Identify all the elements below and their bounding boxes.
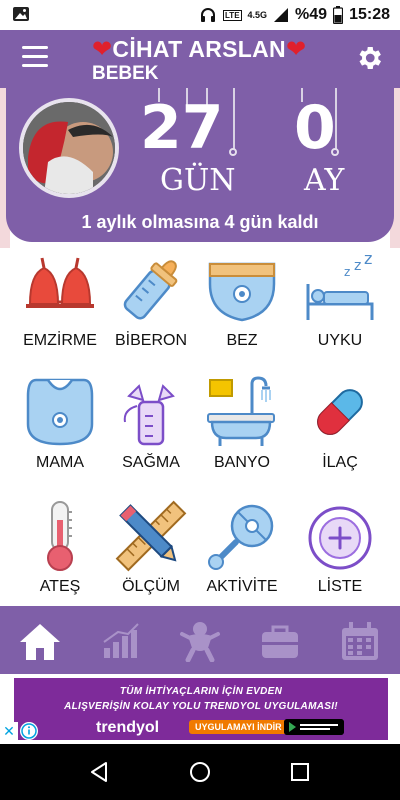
tile-label: BEZ bbox=[226, 332, 258, 349]
svg-text:z: z bbox=[364, 254, 372, 268]
breast-pump-icon bbox=[123, 384, 175, 446]
settings-gear-icon[interactable] bbox=[354, 43, 384, 73]
baby-avatar[interactable] bbox=[19, 98, 119, 198]
home-circle-icon[interactable] bbox=[188, 760, 212, 784]
back-icon[interactable] bbox=[88, 760, 112, 784]
tile-olcum[interactable]: ÖLÇÜM bbox=[106, 496, 196, 614]
signal-icon bbox=[274, 8, 289, 22]
tile-banyo[interactable]: BANYO bbox=[197, 372, 287, 490]
hanging-string bbox=[233, 88, 235, 150]
tile-biberon[interactable]: BİBERON bbox=[106, 250, 196, 368]
google-play-icon bbox=[284, 719, 344, 735]
diaper-icon bbox=[208, 262, 276, 322]
tile-sagma[interactable]: SAĞMA bbox=[106, 372, 196, 490]
gallery-notification-icon bbox=[13, 7, 29, 21]
ad-text-line1: TÜM İHTİYAÇLARIN İÇİN EVDEN bbox=[119, 686, 283, 697]
add-circle-icon bbox=[308, 506, 372, 570]
system-navigation-bar bbox=[0, 744, 400, 800]
menu-button[interactable] bbox=[22, 46, 48, 68]
baby-name: CİHAT ARSLAN bbox=[112, 36, 286, 62]
clock: 15:28 bbox=[349, 6, 390, 23]
svg-text:z: z bbox=[344, 265, 350, 279]
battery-percentage: %49 bbox=[295, 6, 328, 23]
network-type: 4.5G bbox=[247, 9, 268, 20]
ad-close-button[interactable]: ✕ bbox=[0, 722, 18, 740]
tile-ilac[interactable]: İLAÇ bbox=[295, 372, 385, 490]
tile-ates[interactable]: ATEŞ bbox=[15, 496, 105, 614]
heart-icon: ❤ bbox=[92, 36, 113, 63]
app-screen: LTE 4.5G %49 15:28 ❤CİHAT ARSLAN❤ BEBEK bbox=[0, 0, 400, 800]
heart-icon: ❤ bbox=[285, 36, 307, 63]
status-bar: LTE 4.5G %49 15:28 bbox=[0, 0, 400, 30]
ad-text-line2: ALIŞVERİŞİN KOLAY YOLU TRENDYOL UYGULAMA… bbox=[64, 701, 338, 712]
status-indicators: LTE 4.5G %49 15:28 bbox=[199, 0, 390, 30]
ad-banner[interactable]: TÜM İHTİYAÇLARIN İÇİN EVDEN ALIŞVERİŞİN … bbox=[14, 678, 388, 740]
home-icon[interactable] bbox=[18, 620, 62, 662]
bathtub-icon bbox=[207, 376, 275, 446]
activity-grid: EMZİRME BİBERON BEZ z z z UYKU MAMA SAĞM… bbox=[12, 248, 388, 606]
bottom-navigation bbox=[0, 606, 400, 674]
baby-icon[interactable] bbox=[178, 620, 222, 662]
bottle-icon bbox=[123, 260, 178, 320]
recent-apps-icon[interactable] bbox=[288, 760, 312, 784]
tile-mama[interactable]: MAMA bbox=[15, 372, 105, 490]
tile-label: BANYO bbox=[213, 454, 270, 471]
bra-icon bbox=[26, 257, 94, 308]
tile-label: İLAÇ bbox=[322, 454, 358, 471]
tile-label: LİSTE bbox=[317, 578, 363, 595]
stats-icon[interactable] bbox=[98, 620, 142, 662]
ad-download-button[interactable]: UYGULAMAYI İNDİR bbox=[189, 720, 288, 734]
tile-label: AKTİVİTE bbox=[206, 578, 278, 595]
battery-icon bbox=[333, 6, 344, 24]
tile-bez[interactable]: BEZ bbox=[197, 250, 287, 368]
hanging-ornament bbox=[229, 148, 237, 156]
baby-name-title: ❤CİHAT ARSLAN❤ bbox=[92, 35, 306, 64]
header-subtitle: BEBEK bbox=[92, 63, 159, 84]
ad-info-icon[interactable] bbox=[20, 722, 38, 740]
ad-banner-area: TÜM İHTİYAÇLARIN İÇİN EVDEN ALIŞVERİŞİN … bbox=[0, 674, 400, 744]
thermometer-icon bbox=[47, 501, 73, 571]
lte-badge: LTE bbox=[223, 9, 242, 21]
months-label: AY bbox=[304, 163, 345, 198]
pill-icon bbox=[317, 389, 363, 435]
days-label: GÜN bbox=[160, 163, 236, 198]
headphones-icon bbox=[201, 8, 216, 22]
medical-bag-icon[interactable] bbox=[258, 620, 302, 662]
app-header: ❤CİHAT ARSLAN❤ BEBEK bbox=[0, 30, 400, 88]
ad-brand: trendyol bbox=[96, 719, 160, 736]
svg-text:z: z bbox=[354, 258, 361, 274]
tile-label: UYKU bbox=[317, 332, 363, 349]
tile-liste[interactable]: LİSTE bbox=[295, 496, 385, 614]
bib-icon bbox=[26, 378, 94, 446]
calendar-icon[interactable] bbox=[338, 620, 382, 662]
tile-uyku[interactable]: z z z UYKU bbox=[295, 250, 385, 368]
tile-emzirme[interactable]: EMZİRME bbox=[15, 250, 105, 368]
tile-aktivite[interactable]: AKTİVİTE bbox=[197, 496, 287, 614]
sleep-icon: z z z bbox=[306, 254, 374, 320]
rattle-icon bbox=[208, 504, 274, 570]
days-count: 27 bbox=[140, 93, 224, 163]
countdown-message: 1 aylık olmasına 4 gün kaldı bbox=[81, 212, 319, 232]
ruler-pencil-icon bbox=[115, 500, 187, 572]
months-count: 0 bbox=[294, 93, 336, 163]
